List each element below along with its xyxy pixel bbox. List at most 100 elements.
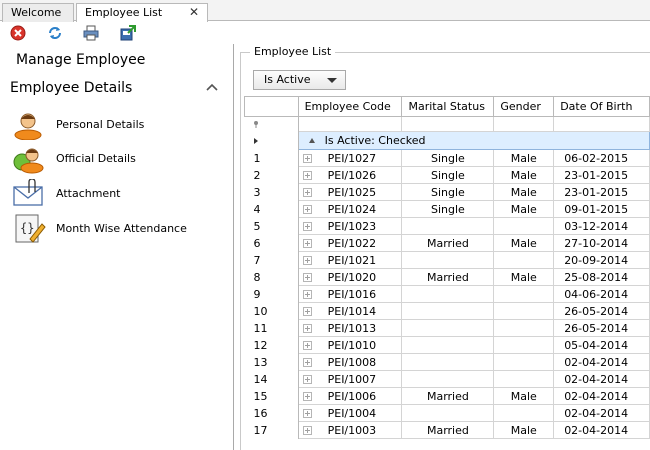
table-row[interactable]: 12 PEI/1010 05-04-2014	[244, 336, 650, 354]
cell-gender[interactable]: Male	[493, 166, 555, 184]
filter-cell[interactable]	[297, 116, 403, 132]
section-title-employee-details[interactable]: Employee Details	[10, 80, 132, 96]
cell-marital-status[interactable]: Married	[401, 387, 495, 405]
cell-gender[interactable]: Male	[493, 421, 555, 439]
table-row[interactable]: 11 PEI/1013 26-05-2014	[244, 319, 650, 337]
cell-gender[interactable]	[493, 370, 555, 388]
filter-pin-icon[interactable]	[252, 120, 260, 128]
table-row[interactable]: 14 PEI/1007 02-04-2014	[244, 370, 650, 388]
table-row[interactable]: 8 PEI/1020 Married Male 25-08-2014	[244, 268, 650, 286]
expand-plus-icon[interactable]	[302, 408, 312, 418]
expand-plus-icon[interactable]	[302, 170, 312, 180]
expand-plus-icon[interactable]	[302, 153, 312, 163]
table-row[interactable]: 4 PEI/1024 Single Male 09-01-2015	[244, 200, 650, 218]
cell-date-of-birth[interactable]: 05-04-2014	[553, 336, 650, 354]
table-row[interactable]: 3 PEI/1025 Single Male 23-01-2015	[244, 183, 650, 201]
cell-date-of-birth[interactable]: 23-01-2015	[553, 166, 650, 184]
collapse-triangle-icon[interactable]	[308, 138, 315, 143]
expand-plus-icon[interactable]	[302, 357, 312, 367]
cell-date-of-birth[interactable]: 20-09-2014	[553, 251, 650, 269]
table-row[interactable]: 13 PEI/1008 02-04-2014	[244, 353, 650, 371]
cell-gender[interactable]	[493, 353, 555, 371]
cell-gender[interactable]: Male	[493, 200, 555, 218]
expand-plus-icon[interactable]	[302, 306, 312, 316]
cell-gender[interactable]: Male	[493, 183, 555, 201]
cell-date-of-birth[interactable]: 02-04-2014	[553, 421, 650, 439]
cell-employee-code[interactable]: PEI/1027	[297, 149, 403, 167]
expand-plus-icon[interactable]	[302, 323, 312, 333]
expand-plus-icon[interactable]	[302, 255, 312, 265]
cell-marital-status[interactable]: Single	[401, 200, 495, 218]
expand-plus-icon[interactable]	[302, 340, 312, 350]
expand-plus-icon[interactable]	[302, 187, 312, 197]
expand-plus-icon[interactable]	[302, 425, 312, 435]
cell-marital-status[interactable]	[401, 404, 495, 422]
cell-employee-code[interactable]: PEI/1013	[297, 319, 403, 337]
cell-marital-status[interactable]	[401, 353, 495, 371]
table-row[interactable]: 9 PEI/1016 04-06-2014	[244, 285, 650, 303]
cell-employee-code[interactable]: PEI/1006	[297, 387, 403, 405]
tab-welcome[interactable]: Welcome	[2, 3, 74, 22]
cell-date-of-birth[interactable]: 06-02-2015	[553, 149, 650, 167]
nav-personal-details[interactable]: Personal Details	[12, 110, 227, 140]
cell-date-of-birth[interactable]: 27-10-2014	[553, 234, 650, 252]
cell-date-of-birth[interactable]: 23-01-2015	[553, 183, 650, 201]
cell-marital-status[interactable]	[401, 319, 495, 337]
expand-plus-icon[interactable]	[302, 204, 312, 214]
cell-date-of-birth[interactable]: 26-05-2014	[553, 302, 650, 320]
column-header-marital-status[interactable]: Marital Status	[401, 96, 495, 117]
cell-gender[interactable]	[493, 404, 555, 422]
table-row[interactable]: 1 PEI/1027 Single Male 06-02-2015	[244, 149, 650, 167]
cell-marital-status[interactable]	[401, 251, 495, 269]
cell-gender[interactable]: Male	[493, 387, 555, 405]
cell-employee-code[interactable]: PEI/1023	[297, 217, 403, 235]
table-row[interactable]: 10 PEI/1014 26-05-2014	[244, 302, 650, 320]
cell-date-of-birth[interactable]: 02-04-2014	[553, 387, 650, 405]
cell-marital-status[interactable]	[401, 302, 495, 320]
filter-cell[interactable]	[493, 116, 555, 132]
cell-employee-code[interactable]: PEI/1021	[297, 251, 403, 269]
cell-marital-status[interactable]: Single	[401, 183, 495, 201]
nav-month-wise-attendance[interactable]: {} Month Wise Attendance	[12, 214, 227, 244]
expand-plus-icon[interactable]	[302, 238, 312, 248]
cell-marital-status[interactable]: Married	[401, 421, 495, 439]
cell-employee-code[interactable]: PEI/1026	[297, 166, 403, 184]
cell-date-of-birth[interactable]: 04-06-2014	[553, 285, 650, 303]
cell-gender[interactable]	[493, 336, 555, 354]
cell-date-of-birth[interactable]: 26-05-2014	[553, 319, 650, 337]
cell-date-of-birth[interactable]: 09-01-2015	[553, 200, 650, 218]
cell-employee-code[interactable]: PEI/1008	[297, 353, 403, 371]
refresh-icon[interactable]	[47, 25, 63, 41]
expand-plus-icon[interactable]	[302, 289, 312, 299]
column-header-gender[interactable]: Gender	[493, 96, 555, 117]
chevron-up-icon[interactable]	[205, 82, 219, 92]
table-row[interactable]: 16 PEI/1004 02-04-2014	[244, 404, 650, 422]
cell-gender[interactable]: Male	[493, 149, 555, 167]
cell-employee-code[interactable]: PEI/1003	[297, 421, 403, 439]
cell-marital-status[interactable]: Married	[401, 268, 495, 286]
column-header-date-of-birth[interactable]: Date Of Birth	[553, 96, 650, 117]
column-header-employee-code[interactable]: Employee Code	[297, 96, 403, 117]
group-row[interactable]: Is Active: Checked	[244, 131, 650, 150]
export-icon[interactable]	[120, 25, 136, 41]
cell-employee-code[interactable]: PEI/1010	[297, 336, 403, 354]
close-tab-icon[interactable]: ✕	[189, 4, 199, 21]
cell-employee-code[interactable]: PEI/1020	[297, 268, 403, 286]
cell-gender[interactable]: Male	[493, 234, 555, 252]
cell-employee-code[interactable]: PEI/1004	[297, 404, 403, 422]
cell-marital-status[interactable]: Single	[401, 149, 495, 167]
table-row[interactable]: 7 PEI/1021 20-09-2014	[244, 251, 650, 269]
cell-marital-status[interactable]	[401, 217, 495, 235]
cell-gender[interactable]: Male	[493, 268, 555, 286]
print-icon[interactable]	[83, 25, 99, 41]
cell-employee-code[interactable]: PEI/1007	[297, 370, 403, 388]
cell-employee-code[interactable]: PEI/1025	[297, 183, 403, 201]
tab-employee-list[interactable]: Employee List ✕	[76, 3, 208, 22]
cell-employee-code[interactable]: PEI/1014	[297, 302, 403, 320]
cell-marital-status[interactable]: Single	[401, 166, 495, 184]
nav-official-details[interactable]: Official Details	[12, 144, 227, 174]
filter-cell[interactable]	[401, 116, 495, 132]
table-row[interactable]: 2 PEI/1026 Single Male 23-01-2015	[244, 166, 650, 184]
expand-plus-icon[interactable]	[302, 221, 312, 231]
cell-gender[interactable]	[493, 302, 555, 320]
